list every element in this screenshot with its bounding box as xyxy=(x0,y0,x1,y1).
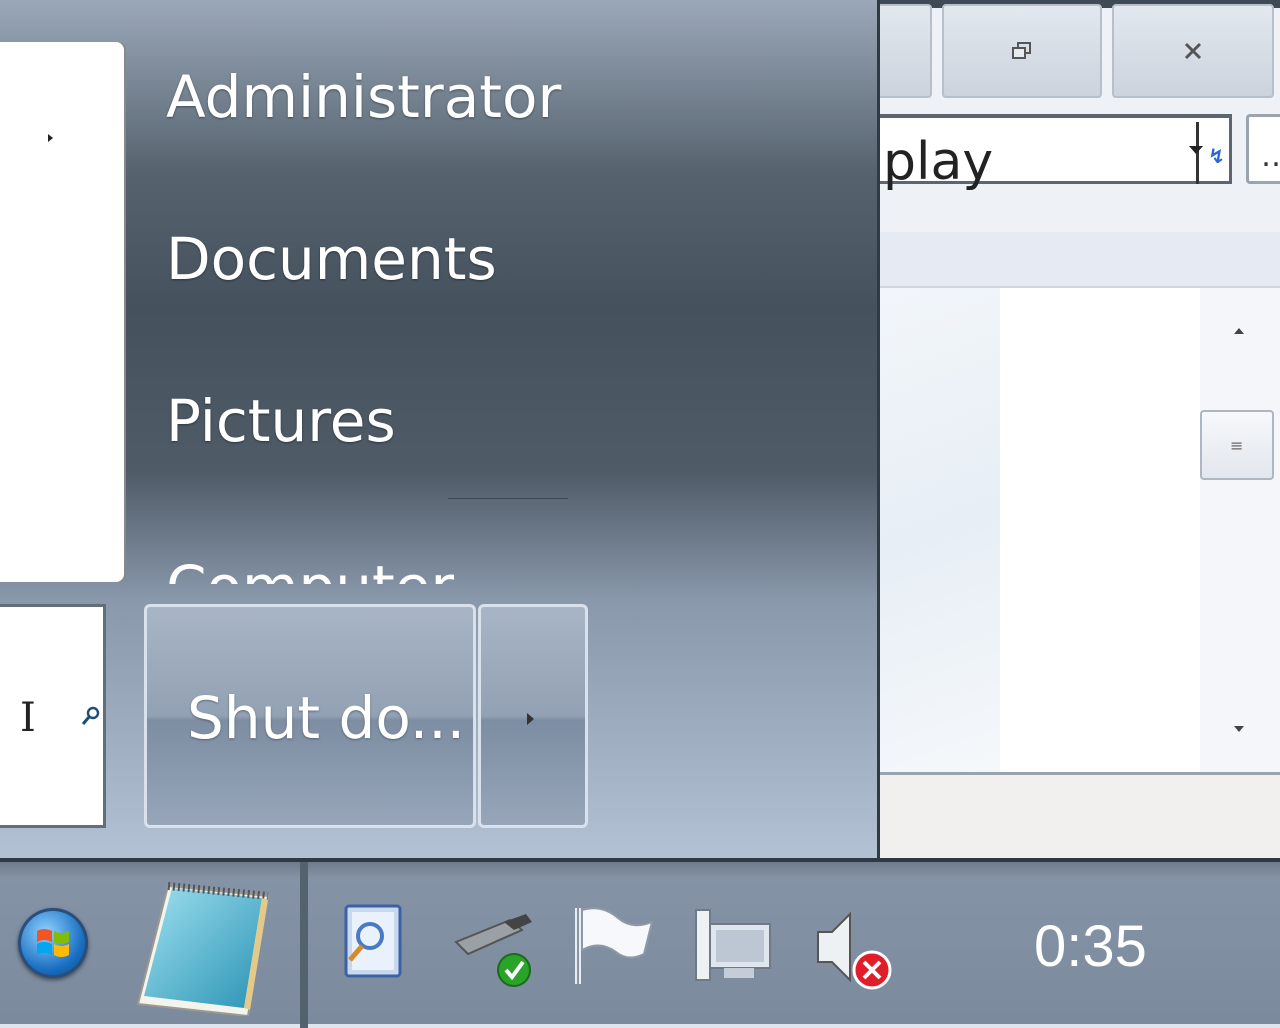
notepad-taskbar-button[interactable] xyxy=(128,876,274,1018)
start-menu: Administrator Documents Pictures Compute… xyxy=(0,0,880,858)
search-input[interactable]: I xyxy=(0,604,106,828)
scrollbar-thumb[interactable]: ≡ xyxy=(1200,410,1274,480)
action-center-flag-icon[interactable] xyxy=(572,902,658,988)
status-bar xyxy=(880,775,1280,858)
clock[interactable]: 0:35 xyxy=(1034,918,1147,976)
windows-logo-icon xyxy=(37,929,69,957)
restore-icon xyxy=(1012,42,1031,59)
restore-button[interactable] xyxy=(942,4,1102,98)
shutdown-label: Shut do... xyxy=(187,684,466,752)
shutdown-button[interactable]: Shut do... xyxy=(144,604,476,828)
scroll-up-arrow-icon[interactable] xyxy=(1234,328,1244,334)
close-icon xyxy=(1184,42,1202,60)
grip-icon: ≡ xyxy=(1230,436,1244,455)
vertical-scrollbar[interactable]: ≡ xyxy=(1200,288,1280,772)
chevron-right-icon[interactable] xyxy=(48,134,53,142)
usb-safely-remove-icon[interactable] xyxy=(452,902,538,992)
taskbar: 0:35 xyxy=(0,858,1280,1028)
address-combo[interactable]: play ↯ xyxy=(860,114,1232,188)
explorer-search-icon[interactable] xyxy=(338,902,408,982)
start-button[interactable] xyxy=(18,908,88,978)
navigation-pane xyxy=(880,288,1000,772)
scroll-down-arrow-icon[interactable] xyxy=(1234,726,1244,732)
close-button[interactable] xyxy=(1112,4,1274,98)
chevron-down-icon[interactable] xyxy=(1189,146,1203,154)
search-icon[interactable] xyxy=(80,705,102,727)
content-pane[interactable] xyxy=(1000,288,1200,772)
more-label: … xyxy=(1261,139,1280,174)
notepad-icon xyxy=(136,882,270,1018)
chevron-right-icon xyxy=(527,713,534,725)
place-computer-label: Computer xyxy=(166,558,454,584)
refresh-icon[interactable]: ↯ xyxy=(1208,144,1225,168)
taskbar-divider xyxy=(300,862,308,1028)
address-text: play xyxy=(883,132,994,192)
place-pictures[interactable]: Pictures xyxy=(166,392,396,450)
network-icon[interactable] xyxy=(692,902,776,986)
shutdown-options-button[interactable] xyxy=(478,604,588,828)
column-header-band xyxy=(880,232,1280,288)
place-computer[interactable]: Computer xyxy=(166,556,454,584)
volume-muted-icon[interactable] xyxy=(812,902,896,992)
place-administrator[interactable]: Administrator xyxy=(166,68,561,126)
more-button[interactable]: … xyxy=(1246,114,1280,184)
programs-list-panel[interactable] xyxy=(0,42,124,582)
menu-separator xyxy=(448,498,568,499)
place-documents[interactable]: Documents xyxy=(166,230,497,288)
text-cursor-icon: I xyxy=(20,695,36,741)
